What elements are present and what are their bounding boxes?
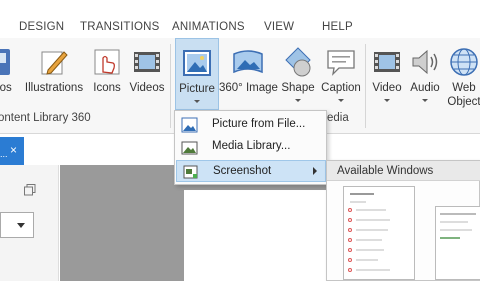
videos-button[interactable]: Videos <box>126 38 168 108</box>
thumb-line <box>356 229 388 231</box>
image-360-label: 360° Image <box>219 82 278 94</box>
thumb-dot <box>348 228 352 232</box>
shape-button[interactable]: Shape <box>278 38 318 108</box>
menu-item-screenshot[interactable]: Screenshot <box>176 160 326 182</box>
video-button[interactable]: Video <box>368 38 406 108</box>
available-windows-gallery: Available Windows <box>326 160 480 281</box>
menu-item-picture-from-file[interactable]: Picture from File... <box>176 114 326 136</box>
chevron-down-icon <box>17 223 25 228</box>
videos-icon <box>134 52 160 72</box>
thumb-line <box>356 259 378 261</box>
illustrations-label: Illustrations <box>24 82 84 94</box>
thumb-dot <box>348 238 352 242</box>
caption-icon <box>327 50 355 76</box>
photos-icon <box>0 49 10 75</box>
video-icon <box>374 52 400 72</box>
image-360-button[interactable]: 360° Image <box>219 38 278 108</box>
chevron-down-icon <box>384 99 390 102</box>
audio-icon <box>412 49 438 75</box>
photos-label: otos <box>0 82 12 94</box>
tab-animations[interactable]: ANIMATIONS <box>172 21 245 33</box>
restore-icon[interactable] <box>24 184 36 196</box>
thumb-dot <box>348 268 352 272</box>
menu-item-media-library[interactable]: Media Library... <box>176 136 326 158</box>
illustrations-icon <box>41 51 68 75</box>
thumb-dot <box>348 208 352 212</box>
thumb-line <box>356 239 382 241</box>
screenshot-icon <box>183 165 198 179</box>
gallery-header: Available Windows <box>327 161 480 181</box>
window-thumbnail[interactable] <box>343 186 415 280</box>
chevron-down-icon <box>295 99 301 102</box>
thumb-line <box>356 219 390 221</box>
icons-button[interactable]: Icons <box>88 38 126 108</box>
pane-tab[interactable]: ... × <box>0 137 24 165</box>
dropdown-select[interactable] <box>0 212 34 238</box>
image-360-icon <box>233 50 263 74</box>
audio-label: Audio <box>410 82 440 94</box>
picture-file-icon <box>181 117 198 133</box>
menu-item-label: Screenshot <box>213 165 272 177</box>
web-object-icon <box>450 48 478 76</box>
pane-tab-dots: ... <box>0 149 8 159</box>
tab-design[interactable]: DESIGN <box>19 21 64 33</box>
menu-item-label: Picture from File... <box>212 118 306 130</box>
videos-label: Videos <box>129 82 165 94</box>
object-label: Object <box>447 96 480 108</box>
close-icon[interactable]: × <box>10 143 17 157</box>
thumb-line <box>440 221 468 223</box>
chevron-down-icon <box>194 100 200 103</box>
gallery-title: Available Windows <box>337 165 434 177</box>
caption-button[interactable]: Caption <box>319 38 363 108</box>
chevron-right-icon <box>313 167 317 175</box>
icons-icon <box>94 49 120 75</box>
video-label: Video <box>372 82 402 94</box>
thumb-dot <box>348 218 352 222</box>
tab-view[interactable]: VIEW <box>264 21 294 33</box>
picture-label: Picture <box>179 83 215 95</box>
thumb-line <box>356 269 390 271</box>
picture-menu: Picture from File... Media Library... Sc… <box>174 110 327 185</box>
thumb-dot <box>348 258 352 262</box>
ribbon-tabs: DESIGN TRANSITIONS ANIMATIONS VIEW HELP <box>0 0 480 38</box>
tab-transitions[interactable]: TRANSITIONS <box>80 21 160 33</box>
chevron-down-icon <box>338 99 344 102</box>
thumb-dot <box>348 248 352 252</box>
thumb-line <box>350 201 366 203</box>
audio-button[interactable]: Audio <box>406 38 444 108</box>
thumb-line <box>440 237 460 239</box>
caption-label: Caption <box>321 82 361 94</box>
tab-help[interactable]: HELP <box>322 21 353 33</box>
thumb-line <box>356 209 386 211</box>
photos-button[interactable]: otos <box>0 38 20 108</box>
chevron-down-icon <box>422 99 428 102</box>
thumb-line <box>356 249 384 251</box>
web-object-button[interactable]: Web Object <box>444 38 480 108</box>
media-library-icon <box>181 141 198 155</box>
group-label-content-library: ontent Library 360 <box>0 112 91 124</box>
thumb-line <box>350 193 374 195</box>
menu-item-label: Media Library... <box>212 140 291 152</box>
shape-icon <box>285 47 311 77</box>
group-separator <box>170 44 171 128</box>
group-separator <box>365 44 366 128</box>
icons-label: Icons <box>93 82 121 94</box>
thumb-line <box>440 229 472 231</box>
group-label-media: edia <box>327 112 349 124</box>
window-thumbnail[interactable] <box>435 206 480 280</box>
illustrations-button[interactable]: Illustrations <box>22 38 86 108</box>
thumb-line <box>440 213 476 215</box>
picture-button[interactable]: Picture <box>175 38 219 110</box>
picture-icon <box>183 50 211 76</box>
web-label: Web <box>452 82 476 94</box>
shape-label: Shape <box>281 82 315 94</box>
